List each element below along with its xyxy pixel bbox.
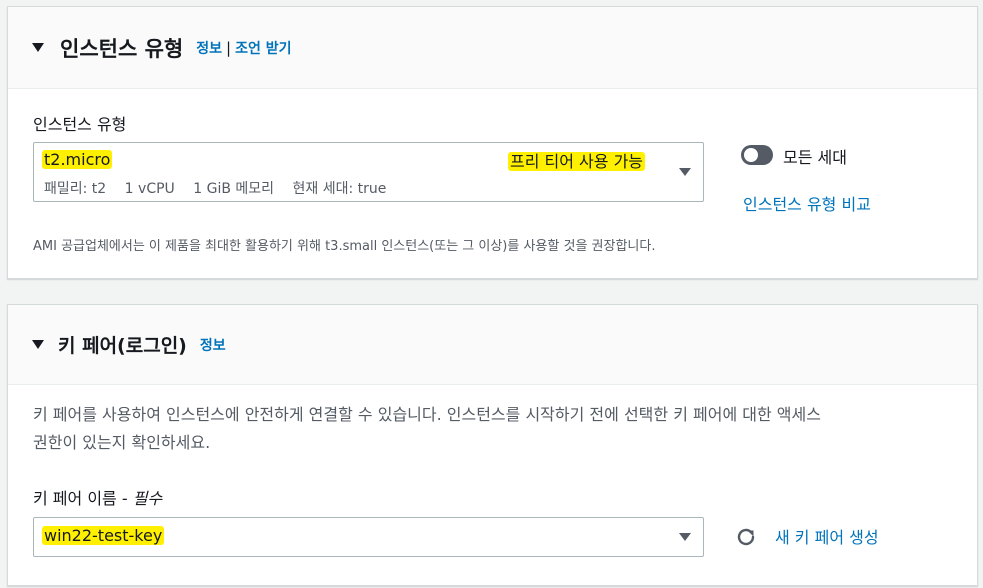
key-pair-select[interactable]: win22-test-key [33,517,704,557]
recommendation-text: AMI 공급업체에서는 이 제품을 최대한 활용하기 위해 t3.small 인… [33,239,656,254]
create-key-pair-link[interactable]: 새 키 페어 생성 [775,524,879,548]
info-link[interactable]: 정보 [200,335,226,355]
free-tier-badge: 프리 티어 사용 가능 [508,152,646,171]
required-indicator: 필수 [132,489,163,508]
compare-instance-types-link[interactable]: 인스턴스 유형 비교 [743,191,871,215]
collapse-caret-icon[interactable] [32,340,44,349]
selected-key-pair: win22-test-key [42,526,165,545]
key-pair-field-label: 키 페어 이름 - 필수 [33,485,162,509]
info-link[interactable]: 정보 [196,38,222,58]
meta-memory: 1 GiB 메모리 [193,181,275,197]
all-generations-label: 모든 세대 [783,148,847,167]
chevron-down-icon [679,168,691,176]
instance-type-panel: 인스턴스 유형 정보 | 조언 받기 인스턴스 유형 t2.micro 프리 티… [7,6,978,279]
key-pair-description: 키 페어를 사용하여 인스턴스에 안전하게 연결할 수 있습니다. 인스턴스를 … [33,401,963,457]
chevron-down-icon [679,533,691,541]
collapse-caret-icon[interactable] [32,43,44,52]
key-pair-panel: 키 페어(로그인) 정보 키 페어를 사용하여 인스턴스에 안전하게 연결할 수… [7,304,978,586]
key-pair-panel-title: 키 페어(로그인) [58,335,187,357]
instance-type-panel-header[interactable]: 인스턴스 유형 정보 | 조언 받기 [8,7,977,89]
key-pair-description-line2: 권한이 있는지 확인하세요. [33,433,211,452]
meta-vcpu: 1 vCPU [124,181,175,197]
key-pair-panel-header[interactable]: 키 페어(로그인) 정보 [8,305,977,385]
link-separator: | [226,38,232,57]
key-pair-description-line1: 키 페어를 사용하여 인스턴스에 안전하게 연결할 수 있습니다. 인스턴스를 … [33,405,821,424]
refresh-icon[interactable] [734,525,758,549]
key-pair-field-label-text: 키 페어 이름 - [33,489,133,508]
all-generations-toggle[interactable] [741,145,773,165]
instance-type-select[interactable]: t2.micro 프리 티어 사용 가능 패밀리: t2 1 vCPU 1 Gi… [33,142,704,202]
selected-instance-type: t2.micro [42,150,113,169]
meta-current-gen: 현재 세대: true [292,181,387,197]
instance-type-meta: 패밀리: t2 1 vCPU 1 GiB 메모리 현재 세대: true [44,178,400,198]
advice-link[interactable]: 조언 받기 [235,38,291,58]
instance-type-field-label: 인스턴스 유형 [33,115,127,134]
meta-family: 패밀리: t2 [44,181,107,197]
instance-type-panel-title: 인스턴스 유형 [60,36,184,61]
